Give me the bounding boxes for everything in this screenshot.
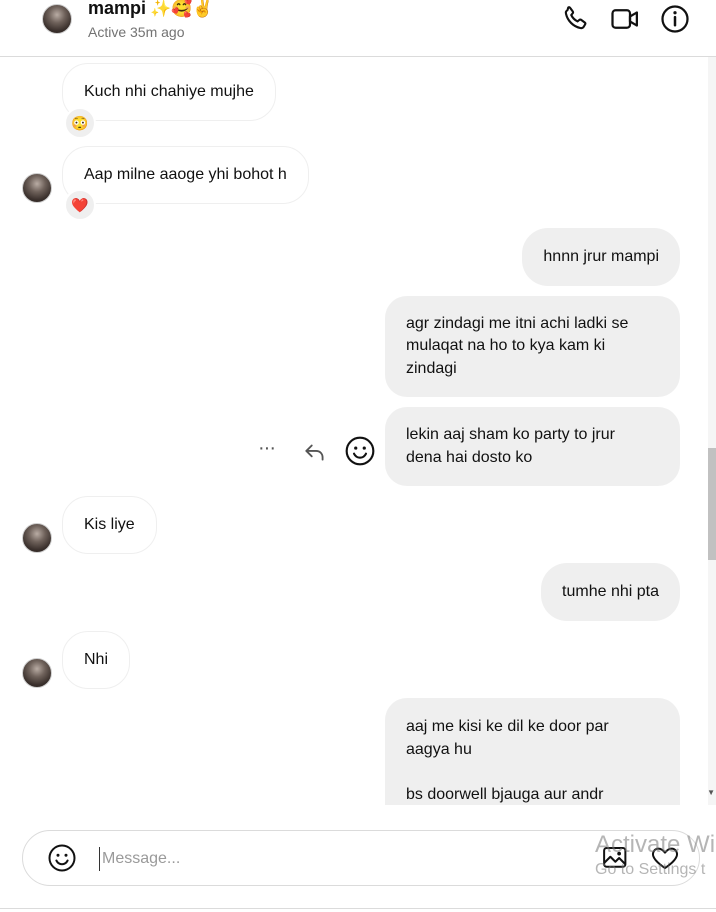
message-text: aaj me kisi ke dil ke door par aagya hu … [406,718,609,803]
phone-icon[interactable] [560,4,590,34]
active-status: Active 35m ago [88,24,185,40]
image-icon[interactable] [601,843,631,873]
outgoing-message[interactable]: lekin aaj sham ko party to jrur dena hai… [385,407,680,486]
message-text: tumhe nhi pta [562,582,659,600]
message-reaction[interactable]: ❤️ [64,189,96,221]
message-more-button[interactable]: ··· [258,437,276,460]
outgoing-message[interactable]: tumhe nhi pta [541,563,680,621]
scroll-down-arrow[interactable]: ▼ [707,788,715,797]
scrollbar-thumb[interactable] [708,448,716,560]
avatar[interactable] [22,523,52,553]
avatar[interactable] [42,4,72,34]
scrollbar-track[interactable] [708,57,716,805]
conversation-header: mampi ✨🥰✌️ Active 35m ago [0,0,716,57]
info-icon[interactable] [660,4,690,34]
message-text: hnnn jrur mampi [543,247,659,265]
message-text: Aap milne aaoge yhi bohot h [84,165,287,183]
message-text: agr zindagi me itni achi ladki se mulaqa… [406,314,629,377]
message-text: lekin aaj sham ko party to jrur dena hai… [406,426,615,466]
incoming-message[interactable]: Kis liye [62,496,157,554]
message-text: Kis liye [84,515,135,533]
message-reaction[interactable]: 😳 [64,107,96,139]
contact-name-emojis: ✨🥰✌️ [150,0,214,18]
contact-name-text: mampi [88,0,147,18]
message-input[interactable] [99,847,539,871]
outgoing-message[interactable]: agr zindagi me itni achi ladki se mulaqa… [385,296,680,397]
message-text: Kuch nhi chahiye mujhe [84,82,254,100]
incoming-message[interactable]: Kuch nhi chahiye mujhe [62,63,276,121]
incoming-message[interactable]: Nhi [62,631,131,689]
heart-icon[interactable] [650,843,680,873]
reply-icon[interactable] [302,439,328,465]
divider [0,908,716,909]
message-thread[interactable]: Kuch nhi chahiye mujhe 😳 Aap milne aaoge… [0,57,716,805]
outgoing-message[interactable]: hnnn jrur mampi [522,228,680,286]
message-text: Nhi [84,650,109,668]
emoji-icon[interactable] [47,843,77,873]
contact-name[interactable]: mampi ✨🥰✌️ [88,0,214,19]
outgoing-message[interactable]: aaj me kisi ke dil ke door par aagya hu … [385,698,680,805]
avatar[interactable] [22,658,52,688]
emoji-icon[interactable] [344,435,376,467]
incoming-message[interactable]: Aap milne aaoge yhi bohot h [62,146,309,204]
video-camera-icon[interactable] [610,4,640,34]
avatar[interactable] [22,173,52,203]
message-composer [22,830,700,886]
